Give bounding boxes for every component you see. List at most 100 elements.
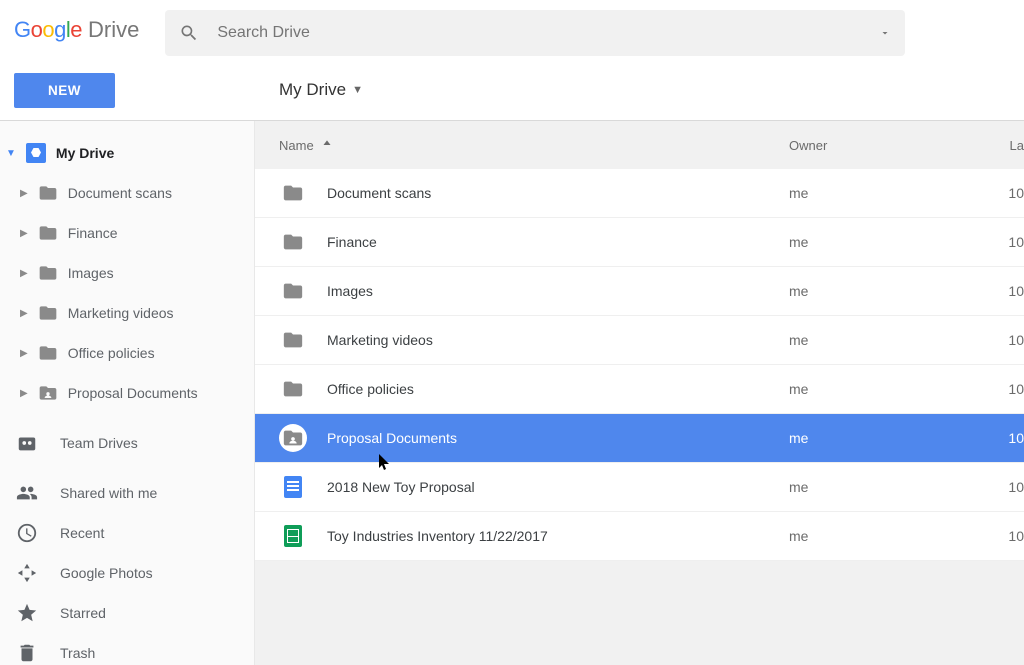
search-input[interactable] <box>217 24 861 42</box>
file-last-cell: 10 <box>989 528 1024 544</box>
folder-icon <box>279 280 307 302</box>
dropdown-icon: ▼ <box>352 84 363 96</box>
sidebar-trash[interactable]: Trash <box>0 633 254 665</box>
sidebar-my-drive-label: My Drive <box>56 145 114 161</box>
folder-icon <box>279 329 307 351</box>
sheets-icon <box>279 525 307 547</box>
file-owner-cell: me <box>789 332 989 348</box>
sidebar-item-label: Office policies <box>68 345 155 361</box>
file-last-cell: 10 <box>989 430 1024 446</box>
file-last-cell: 10 <box>989 479 1024 495</box>
file-name-label: 2018 New Toy Proposal <box>327 479 475 495</box>
sidebar-item-label: Images <box>68 265 114 281</box>
file-name-cell: Finance <box>279 231 789 253</box>
sidebar-google-photos[interactable]: Google Photos <box>0 553 254 593</box>
sidebar-item-label: Recent <box>60 525 104 541</box>
people-icon <box>16 482 38 504</box>
file-name-cell: Office policies <box>279 378 789 400</box>
file-row[interactable]: Office policiesme10 <box>255 365 1024 414</box>
file-row[interactable]: Proposal Documents me10 <box>255 414 1024 463</box>
file-row[interactable]: Finance me10 <box>255 218 1024 267</box>
sidebar-shared-with-me[interactable]: Shared with me <box>0 473 254 513</box>
sidebar-item-label: Google Photos <box>60 565 153 581</box>
file-row[interactable]: Marketing videos me10 <box>255 316 1024 365</box>
expand-icon: ▶ <box>20 308 28 319</box>
breadcrumb-label: My Drive <box>279 80 346 100</box>
folder-icon <box>279 182 307 204</box>
sidebar-starred[interactable]: Starred <box>0 593 254 633</box>
sidebar-recent[interactable]: Recent <box>0 513 254 553</box>
file-owner-cell: me <box>789 234 989 250</box>
file-list-area: Name Owner La Document scansme10 Finance m… <box>255 121 1024 665</box>
trash-icon <box>16 642 38 664</box>
column-header-owner[interactable]: Owner <box>789 138 989 153</box>
sidebar-folder-document-scans[interactable]: ▶ Document scans <box>0 173 254 213</box>
drive-icon <box>26 143 46 163</box>
photos-icon <box>16 562 38 584</box>
sidebar-team-drives[interactable]: Team Drives <box>0 423 254 463</box>
drive-logo-text: Drive <box>88 17 139 43</box>
sidebar: ▼ My Drive ▶ Document scans ▶ Finance ▶ … <box>0 121 255 665</box>
main-area: ▼ My Drive ▶ Document scans ▶ Finance ▶ … <box>0 120 1024 665</box>
file-row[interactable]: 2018 New Toy Proposal me10 <box>255 463 1024 512</box>
logo[interactable]: Google Drive <box>14 17 139 43</box>
file-owner-cell: me <box>789 479 989 495</box>
file-row[interactable]: Toy Industries Inventory 11/22/2017 me10 <box>255 512 1024 561</box>
folder-icon <box>38 263 58 283</box>
file-name-label: Images <box>327 283 373 299</box>
expand-icon: ▼ <box>6 148 16 159</box>
sidebar-item-label: Starred <box>60 605 106 621</box>
sidebar-item-label: Marketing videos <box>68 305 174 321</box>
sidebar-folder-proposal-documents[interactable]: ▶ Proposal Documents <box>0 373 254 413</box>
sidebar-item-label: Document scans <box>68 185 172 201</box>
folder-icon <box>38 343 58 363</box>
sidebar-folder-marketing-videos[interactable]: ▶ Marketing videos <box>0 293 254 333</box>
file-rows: Document scansme10Financeme10Imagesme10M… <box>255 169 1024 561</box>
sidebar-item-label: Trash <box>60 645 95 661</box>
file-row[interactable]: Imagesme10 <box>255 267 1024 316</box>
file-row[interactable]: Document scansme10 <box>255 169 1024 218</box>
file-name-cell: Proposal Documents <box>279 424 789 452</box>
file-name-cell: Toy Industries Inventory 11/22/2017 <box>279 525 789 547</box>
app-header: Google Drive <box>0 0 1024 60</box>
file-name-label: Marketing videos <box>327 332 433 348</box>
file-last-cell: 10 <box>989 283 1024 299</box>
file-last-cell: 10 <box>989 332 1024 348</box>
clock-icon <box>16 522 38 544</box>
folder-icon <box>38 303 58 323</box>
file-owner-cell: me <box>789 528 989 544</box>
file-last-cell: 10 <box>989 381 1024 397</box>
sidebar-item-label: Finance <box>68 225 118 241</box>
file-name-cell: 2018 New Toy Proposal <box>279 476 789 498</box>
column-header-name[interactable]: Name <box>279 138 789 153</box>
file-owner-cell: me <box>789 430 989 446</box>
shared-folder-icon <box>279 424 307 452</box>
file-owner-cell: me <box>789 185 989 201</box>
file-name-label: Toy Industries Inventory 11/22/2017 <box>327 528 548 544</box>
sidebar-folder-images[interactable]: ▶ Images <box>0 253 254 293</box>
shared-folder-icon <box>38 383 58 403</box>
search-bar[interactable] <box>165 10 905 56</box>
column-header-last[interactable]: La <box>989 138 1024 153</box>
expand-icon: ▶ <box>20 268 28 279</box>
folder-icon <box>279 378 307 400</box>
sidebar-folder-finance[interactable]: ▶ Finance <box>0 213 254 253</box>
sort-ascending-icon <box>320 138 334 152</box>
file-name-label: Finance <box>327 234 377 250</box>
expand-icon: ▶ <box>20 188 28 199</box>
column-header-row: Name Owner La <box>255 121 1024 169</box>
star-icon <box>16 602 38 624</box>
new-button[interactable]: NEW <box>14 73 115 108</box>
sidebar-my-drive[interactable]: ▼ My Drive <box>0 133 254 173</box>
new-button-area: NEW <box>0 73 255 108</box>
folder-icon <box>38 223 58 243</box>
file-name-cell: Marketing videos <box>279 329 789 351</box>
file-last-cell: 10 <box>989 234 1024 250</box>
folder-icon <box>279 231 307 253</box>
sidebar-folder-office-policies[interactable]: ▶ Office policies <box>0 333 254 373</box>
sidebar-item-label: Team Drives <box>60 435 138 451</box>
breadcrumb[interactable]: My Drive ▼ <box>255 80 363 100</box>
dropdown-icon[interactable] <box>879 27 891 39</box>
file-name-cell: Images <box>279 280 789 302</box>
file-name-label: Proposal Documents <box>327 430 457 446</box>
